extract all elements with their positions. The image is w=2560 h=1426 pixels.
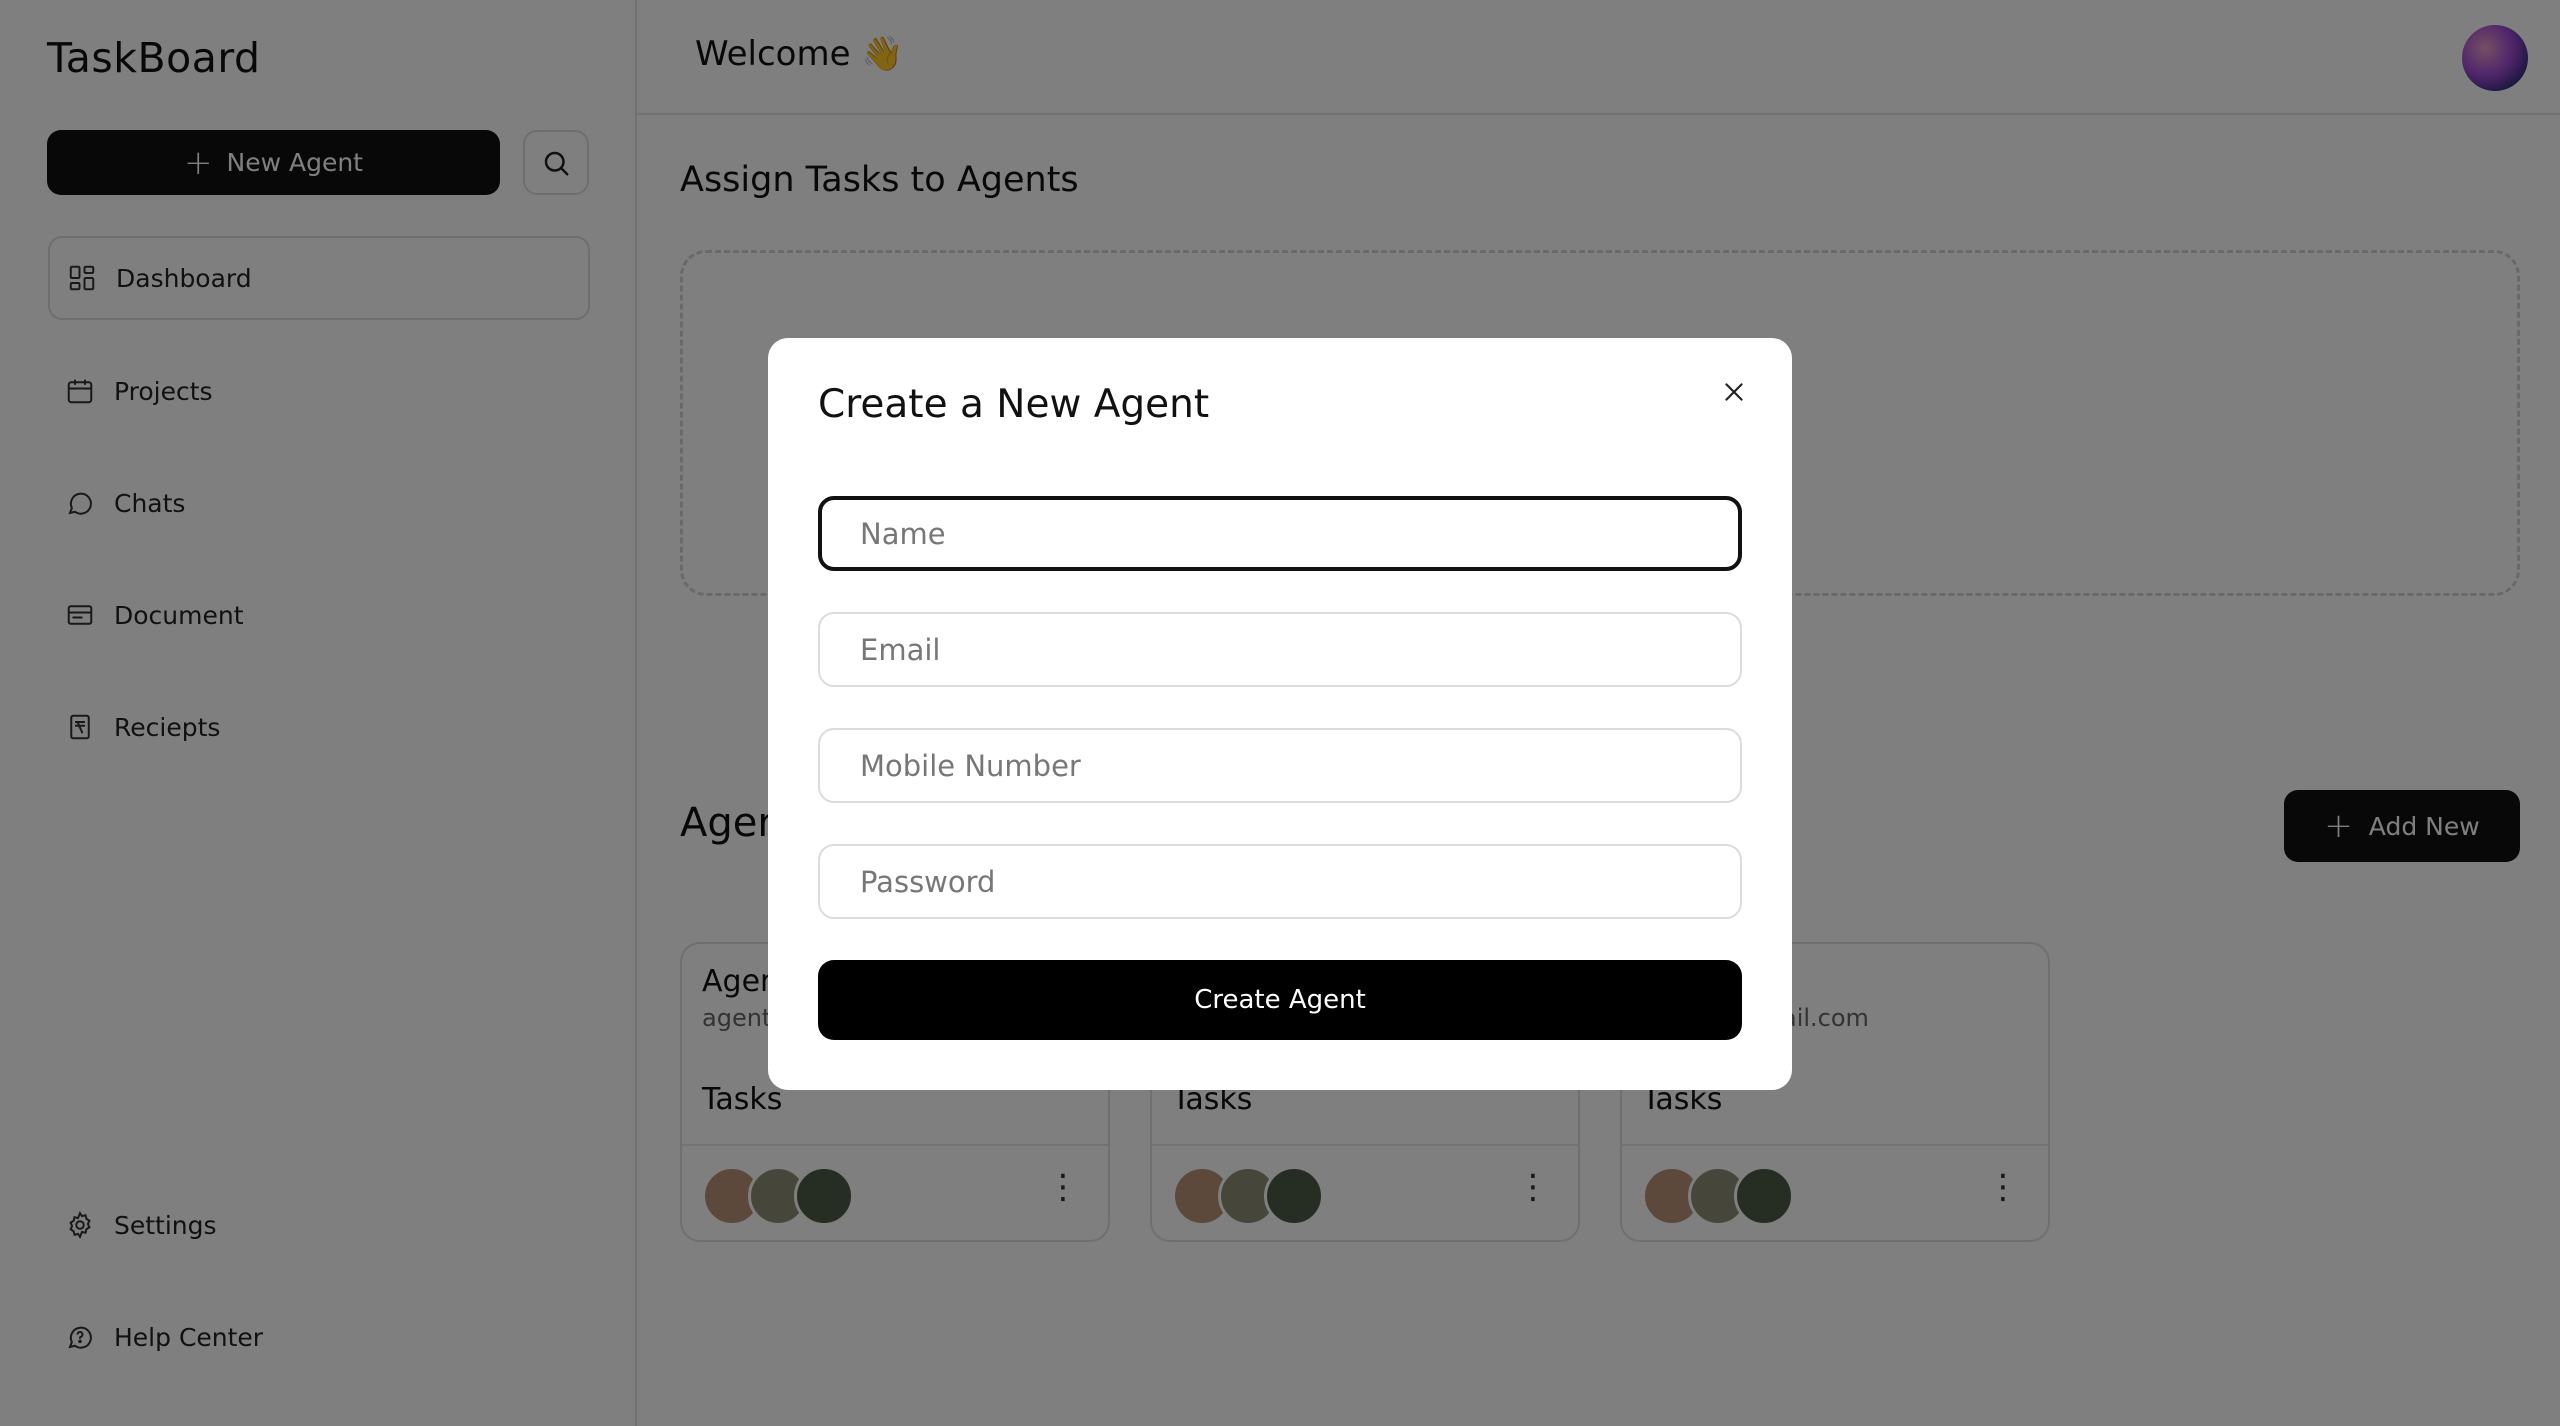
create-agent-modal: Create a New Agent Create Agent xyxy=(768,338,1792,1090)
email-input[interactable] xyxy=(818,612,1742,687)
modal-title: Create a New Agent xyxy=(818,382,1210,427)
mobile-number-input[interactable] xyxy=(818,728,1742,803)
close-icon xyxy=(1725,383,1743,401)
name-input[interactable] xyxy=(818,496,1742,571)
create-agent-button[interactable]: Create Agent xyxy=(818,960,1742,1040)
password-input[interactable] xyxy=(818,844,1742,919)
close-button[interactable] xyxy=(1714,372,1754,412)
